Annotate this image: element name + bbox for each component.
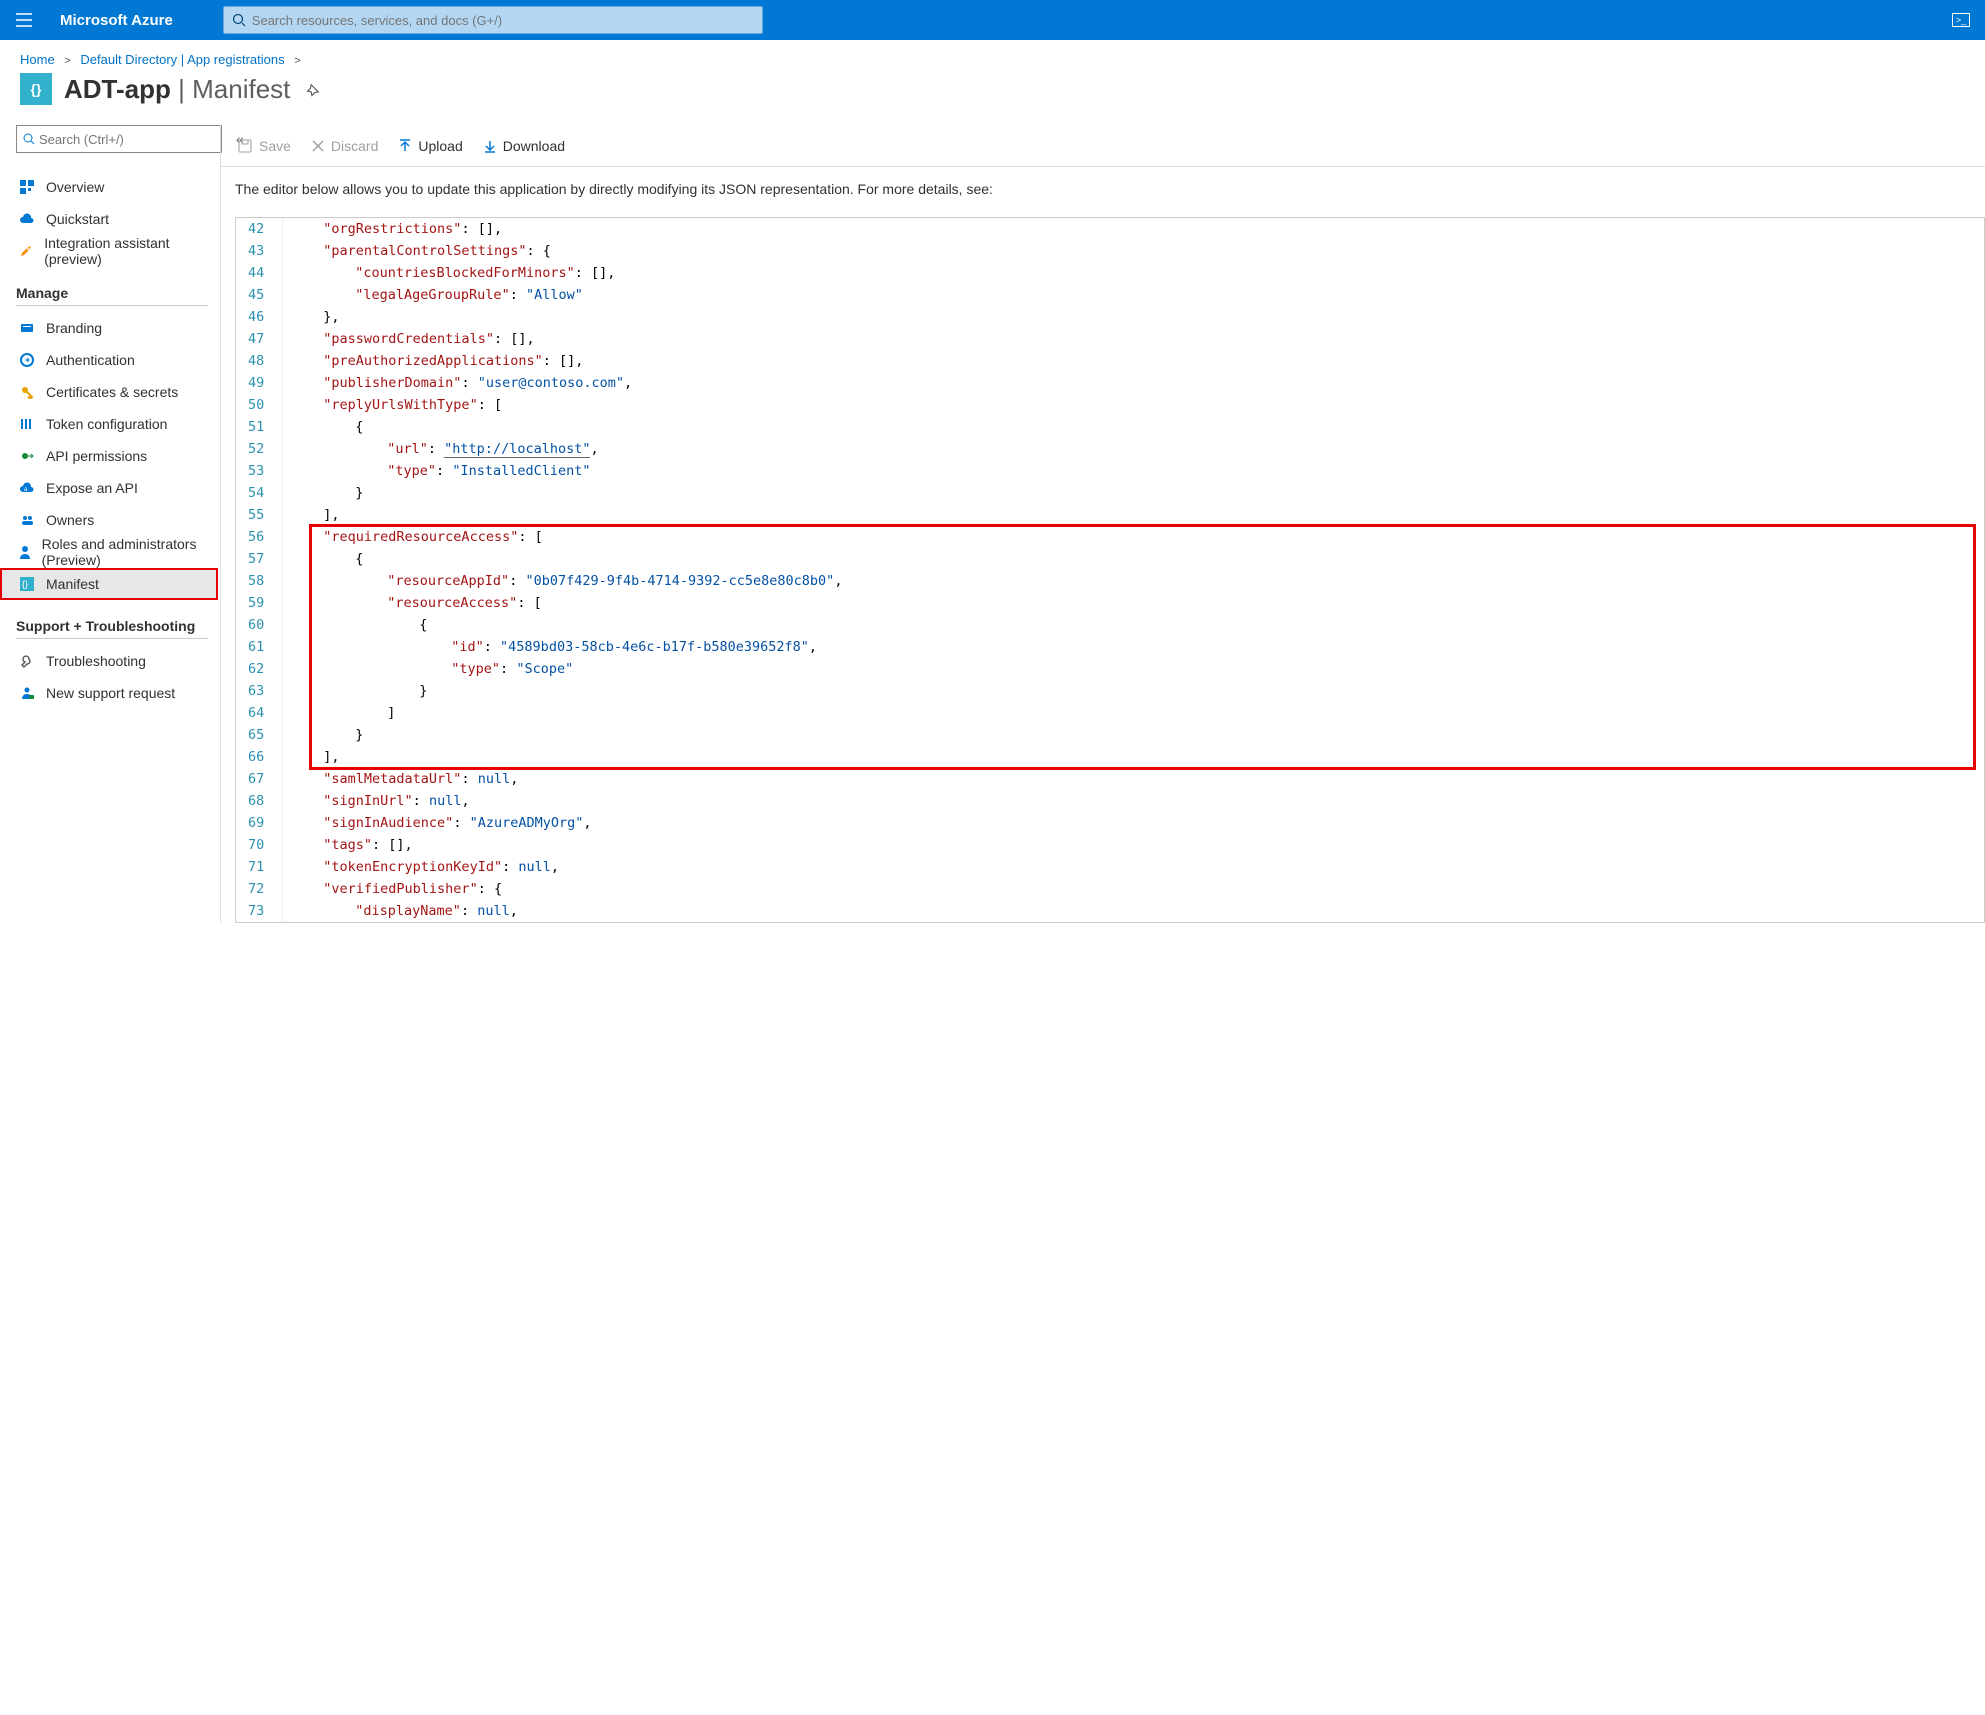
sidebar-item-label: Quickstart (46, 211, 109, 227)
sidebar-item-label: Token configuration (46, 416, 167, 432)
close-icon (311, 139, 325, 153)
owners-icon (16, 514, 38, 526)
sidebar-item-owners[interactable]: Owners (16, 504, 216, 536)
page-title-section: | Manifest (178, 74, 290, 104)
breadcrumb-item-registrations[interactable]: Default Directory | App registrations (80, 52, 284, 67)
sidebar: « OverviewQuickstartIntegration assistan… (0, 125, 220, 923)
sidebar-item-api-permissions[interactable]: API permissions (16, 440, 216, 472)
sidebar-item-label: Roles and administrators (Preview) (42, 536, 216, 568)
pin-button[interactable] (303, 78, 326, 101)
sidebar-search-input[interactable] (39, 132, 215, 147)
cloud-shell-icon: >_ (1952, 13, 1970, 27)
sidebar-item-label: Branding (46, 320, 102, 336)
brand-label: Microsoft Azure (48, 12, 193, 29)
chevron-right-icon: > (64, 55, 70, 67)
sidebar-item-label: Overview (46, 179, 104, 195)
sidebar-item-label: Authentication (46, 352, 135, 368)
person-icon (16, 545, 34, 559)
sidebar-item-certificates-secrets[interactable]: Certificates & secrets (16, 376, 216, 408)
api-cloud-icon: a (16, 482, 38, 494)
sidebar-item-new-support-request[interactable]: New support request (16, 677, 216, 709)
sidebar-item-label: Troubleshooting (46, 653, 146, 669)
sidebar-item-label: Owners (46, 512, 94, 528)
sidebar-item-label: Manifest (46, 576, 99, 592)
manifest-icon: {} (16, 577, 38, 591)
topbar: Microsoft Azure >_ (0, 0, 1985, 40)
breadcrumb-item-home[interactable]: Home (20, 52, 55, 67)
upload-icon (398, 139, 412, 153)
circle-arrow-icon (16, 353, 38, 367)
rocket-icon (16, 244, 36, 258)
api-out-icon (16, 449, 38, 463)
main-pane: Save Discard Upload Download The editor … (220, 125, 1985, 923)
discard-button[interactable]: Discard (301, 125, 388, 166)
bars-icon (16, 417, 38, 431)
sidebar-item-label: New support request (46, 685, 175, 701)
page-title-row: {} ADT-app | Manifest (0, 71, 1985, 125)
hamburger-menu[interactable] (0, 0, 48, 40)
save-icon (237, 138, 253, 154)
tag-icon (16, 322, 38, 334)
wrench-icon (16, 654, 38, 668)
sidebar-item-expose-an-api[interactable]: a Expose an API (16, 472, 216, 504)
editor-description: The editor below allows you to update th… (221, 167, 1985, 217)
sidebar-item-troubleshooting[interactable]: Troubleshooting (16, 645, 216, 677)
page-title-app: ADT-app (64, 74, 171, 104)
search-icon (23, 133, 35, 145)
nav-heading-support: Support + Troubleshooting (16, 618, 208, 639)
sidebar-item-authentication[interactable]: Authentication (16, 344, 216, 376)
line-number-gutter: 4243444546474849505152535455565758596061… (236, 218, 283, 922)
chevron-right-icon: > (294, 55, 300, 67)
code-content[interactable]: "orgRestrictions": [],"parentalControlSe… (283, 218, 1984, 922)
sidebar-item-integration-assistant-preview-[interactable]: Integration assistant (preview) (16, 235, 216, 267)
global-search[interactable] (223, 6, 763, 34)
sidebar-item-manifest[interactable]: {} Manifest (0, 568, 218, 600)
breadcrumb: Home > Default Directory | App registrat… (0, 40, 1985, 71)
sidebar-item-token-configuration[interactable]: Token configuration (16, 408, 216, 440)
global-search-input[interactable] (252, 13, 754, 28)
key-icon (16, 385, 38, 399)
sidebar-item-quickstart[interactable]: Quickstart (16, 203, 216, 235)
sidebar-item-label: Integration assistant (preview) (44, 235, 216, 267)
cloud-icon (16, 213, 38, 225)
grid-icon (16, 180, 38, 194)
app-icon: {} (20, 73, 52, 105)
json-editor[interactable]: 4243444546474849505152535455565758596061… (235, 217, 1985, 923)
nav-heading-manage: Manage (16, 285, 208, 306)
sidebar-item-branding[interactable]: Branding (16, 312, 216, 344)
download-icon (483, 139, 497, 153)
sidebar-item-label: Expose an API (46, 480, 138, 496)
command-bar: Save Discard Upload Download (221, 125, 1985, 167)
support-icon (16, 686, 38, 700)
sidebar-item-label: Certificates & secrets (46, 384, 178, 400)
cloud-shell-button[interactable]: >_ (1937, 0, 1985, 40)
search-icon (232, 13, 246, 27)
save-button[interactable]: Save (227, 125, 301, 166)
upload-button[interactable]: Upload (388, 125, 472, 166)
svg-text:{}: {} (22, 579, 28, 589)
download-button[interactable]: Download (473, 125, 575, 166)
sidebar-item-label: API permissions (46, 448, 147, 464)
sidebar-item-roles-and-administrators-preview-[interactable]: Roles and administrators (Preview) (16, 536, 216, 568)
sidebar-item-overview[interactable]: Overview (16, 171, 216, 203)
sidebar-search[interactable] (16, 125, 222, 153)
